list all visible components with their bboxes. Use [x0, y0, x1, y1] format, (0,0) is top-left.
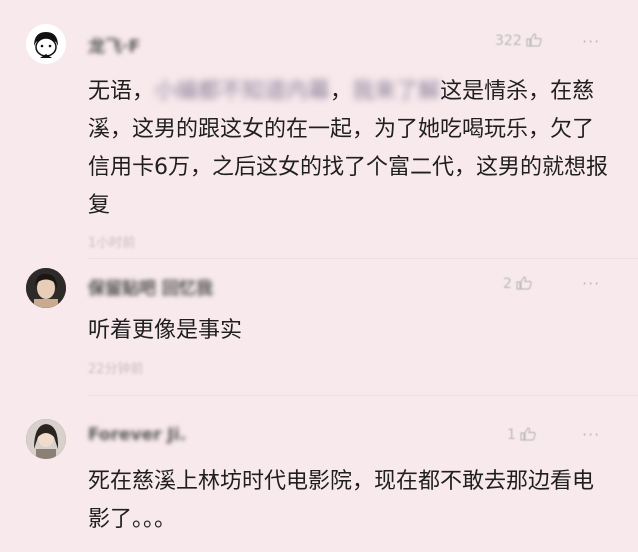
- more-options-button[interactable]: ···: [582, 32, 600, 51]
- more-options-button[interactable]: ···: [582, 274, 600, 293]
- like-count: 1: [507, 427, 516, 443]
- avatar[interactable]: [26, 24, 66, 64]
- comment-text: 听着更像是事实: [88, 318, 243, 343]
- like-count: 322: [495, 33, 522, 49]
- like-button[interactable]: 1: [507, 427, 536, 443]
- like-button[interactable]: 322: [495, 33, 542, 49]
- comment-timestamp: 22分钟前: [88, 362, 144, 377]
- thumbs-up-icon: [526, 33, 542, 47]
- username[interactable]: 保留贴吧 回忆我: [88, 274, 213, 299]
- comment-text: 死在慈溪上林坊时代电影院，现在都不敢去那边看电影了。。。: [88, 469, 595, 532]
- thumbs-up-icon: [516, 276, 532, 290]
- username[interactable]: Forever Ji.: [88, 425, 186, 445]
- blurred-text: 我来了解: [352, 79, 441, 104]
- comment-text-part: 无语，: [88, 79, 155, 104]
- thumbs-up-icon: [520, 427, 536, 441]
- avatar[interactable]: [26, 419, 66, 459]
- username[interactable]: 龙飞·F: [88, 32, 140, 57]
- photo-avatar-icon: [26, 419, 66, 459]
- like-button[interactable]: 2: [503, 276, 532, 292]
- like-count: 2: [503, 276, 512, 292]
- divider: [88, 395, 638, 396]
- comment-text: 无语，小编都不知道内幕，我来了解这是情杀，在慈溪，这男的跟这女的在一起，为了她吃…: [88, 73, 613, 225]
- cartoon-avatar-icon: [26, 24, 66, 64]
- comment-timestamp: 1小时前: [88, 236, 136, 251]
- comment-text-part: ，: [330, 79, 353, 104]
- divider: [88, 258, 638, 259]
- more-options-button[interactable]: ···: [582, 425, 600, 444]
- blurred-text: 小编都不知道内幕: [154, 79, 331, 104]
- avatar[interactable]: [26, 268, 66, 308]
- photo-avatar-icon: [26, 268, 66, 308]
